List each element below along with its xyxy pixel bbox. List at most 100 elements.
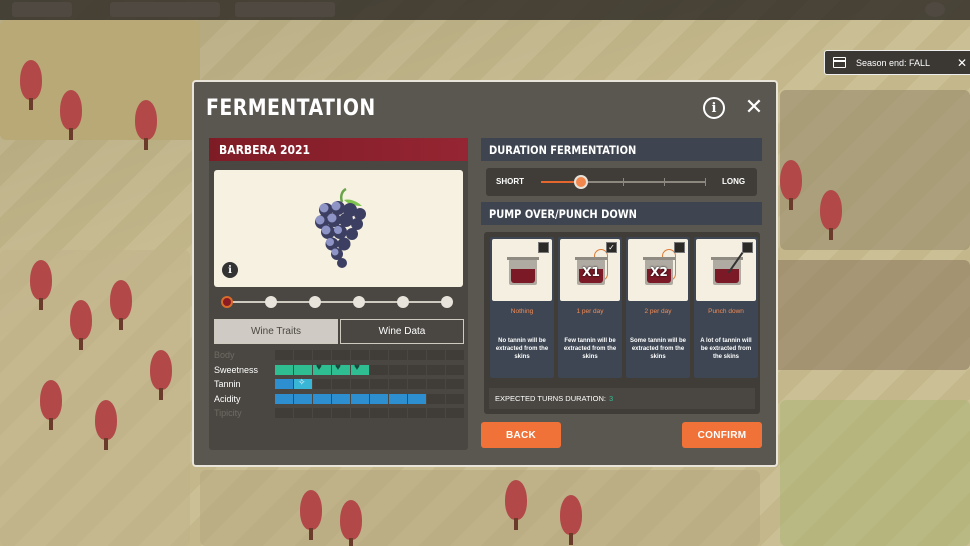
trait-cell <box>427 350 445 360</box>
calendar-icon <box>833 57 846 68</box>
trait-cell <box>427 364 445 375</box>
expected-turns: EXPECTED TURNS DURATION: 3 <box>489 388 755 409</box>
slider-track[interactable] <box>541 175 706 189</box>
trait-cell <box>332 408 350 418</box>
vintage-dot[interactable] <box>265 296 277 308</box>
option-checkbox[interactable]: ✓ <box>606 242 617 253</box>
grape-info-icon[interactable]: i <box>222 262 238 278</box>
info-icon[interactable]: i <box>703 97 725 119</box>
tank-icon <box>492 239 552 301</box>
trait-row: Body <box>214 348 464 363</box>
back-button[interactable]: BACK <box>481 422 561 448</box>
trait-cell <box>408 364 426 375</box>
vintage-dot[interactable] <box>221 296 233 308</box>
trait-cell <box>389 364 407 375</box>
close-icon[interactable]: ✕ <box>957 56 967 70</box>
pump-option-description: A lot of tannin will be extracted from t… <box>700 338 752 360</box>
trait-cell <box>351 379 369 389</box>
slider-min-label: SHORT <box>496 177 524 186</box>
punch-down-icon <box>696 239 756 301</box>
trait-cell <box>313 350 331 360</box>
tank-icon: X2 <box>643 257 675 285</box>
tank-wine <box>511 269 535 283</box>
trait-cell <box>427 379 445 389</box>
pump-option-description: No tannin will be extracted from the ski… <box>495 338 549 360</box>
trait-cell <box>389 379 407 389</box>
pump-option-name: Nothing <box>510 308 534 315</box>
duration-header-label: DURATION FERMENTATION <box>489 142 637 157</box>
pump-option-name: Punch down <box>708 308 744 315</box>
wine-traits-list: Body Sweetness Tannin Acidity Tipicity <box>214 348 464 421</box>
trait-label: Tannin <box>214 379 241 389</box>
trait-cell <box>351 408 369 418</box>
tab-wine-traits[interactable]: Wine Traits <box>214 319 338 344</box>
pump-header-label: PUMP OVER/PUNCH DOWN <box>489 206 637 221</box>
pump-option-description: Few tannin will be extracted from the sk… <box>563 338 617 360</box>
vintage-selector[interactable] <box>221 295 457 309</box>
vintage-dot[interactable] <box>309 296 321 308</box>
slider-tick <box>705 178 706 186</box>
trait-row: Tannin <box>214 377 464 392</box>
trait-label: Body <box>214 350 235 360</box>
trait-cell <box>332 393 350 404</box>
tank-lid <box>575 257 607 260</box>
trait-cell <box>294 364 312 375</box>
pump-option-description: Some tannin will be extracted from the s… <box>629 338 686 360</box>
trait-cell <box>313 408 331 418</box>
trait-cell <box>275 393 293 404</box>
pump-header: PUMP OVER/PUNCH DOWN <box>481 202 762 225</box>
vintage-line <box>229 301 449 303</box>
trait-cell <box>427 393 445 404</box>
trait-cell <box>370 350 388 360</box>
pump-option-card[interactable]: X1 ✓ 1 per day Few tannin will be extracted… <box>558 237 622 378</box>
tank-lid <box>643 257 675 260</box>
trait-cell <box>294 350 312 360</box>
trait-row: Acidity <box>214 392 464 407</box>
vintage-dot[interactable] <box>441 296 453 308</box>
tab-wine-data[interactable]: Wine Data <box>340 319 464 344</box>
vintage-dot[interactable] <box>353 296 365 308</box>
trait-meter <box>275 408 464 418</box>
trait-cell <box>446 350 464 360</box>
trait-cell <box>313 362 331 375</box>
trait-cell <box>408 350 426 360</box>
trait-cell <box>294 408 312 418</box>
trait-row: Sweetness <box>214 362 464 378</box>
pump-option-card[interactable]: X2 2 per day Some tannin will be extracted… <box>626 237 690 378</box>
option-checkbox[interactable] <box>538 242 549 253</box>
trait-cell <box>370 379 388 389</box>
wine-tabs: Wine Traits Wine Data <box>214 319 464 344</box>
trait-label: Sweetness <box>214 364 259 375</box>
pump-over-icon: X2 <box>628 239 688 301</box>
vintage-dot[interactable] <box>397 296 409 308</box>
option-checkbox[interactable] <box>742 242 753 253</box>
season-end-banner[interactable]: Season end: FALL ✕ <box>824 50 970 75</box>
trait-row: Tipicity <box>214 406 464 421</box>
tank-icon: X1 <box>575 257 607 285</box>
tank-lid <box>507 257 539 260</box>
wine-panel: BARBERA 2021 i Wine Traits Wine Data Bod… <box>209 138 468 450</box>
top-status-bar <box>0 0 970 20</box>
slider-knob[interactable] <box>574 175 588 189</box>
trait-cell <box>275 408 293 418</box>
tank-icon <box>711 250 745 285</box>
trait-cell <box>370 408 388 418</box>
trait-cell <box>370 364 388 375</box>
close-dialog-button[interactable]: ✕ <box>741 94 767 120</box>
grape-card: i <box>214 170 463 287</box>
trait-cell <box>446 379 464 389</box>
option-checkbox[interactable] <box>674 242 685 253</box>
expected-turns-value: 3 <box>608 394 614 403</box>
trait-cell <box>294 377 312 389</box>
slider-tick <box>623 178 624 186</box>
pump-multiplier: X1 <box>582 265 600 279</box>
confirm-button[interactable]: CONFIRM <box>682 422 762 448</box>
pump-option-card[interactable]: Punch down A lot of tannin will be extrac… <box>694 237 758 378</box>
fermentation-dialog: FERMENTATION i ✕ BARBERA 2021 i Wine Tra… <box>192 80 778 467</box>
trait-meter <box>275 350 464 360</box>
duration-slider[interactable]: SHORT LONG <box>486 168 757 196</box>
pump-option-card[interactable]: Nothing No tannin will be extracted from … <box>490 237 554 378</box>
trait-cell <box>427 408 445 418</box>
trait-cell <box>351 362 369 375</box>
pump-options: Nothing No tannin will be extracted from … <box>484 232 760 414</box>
